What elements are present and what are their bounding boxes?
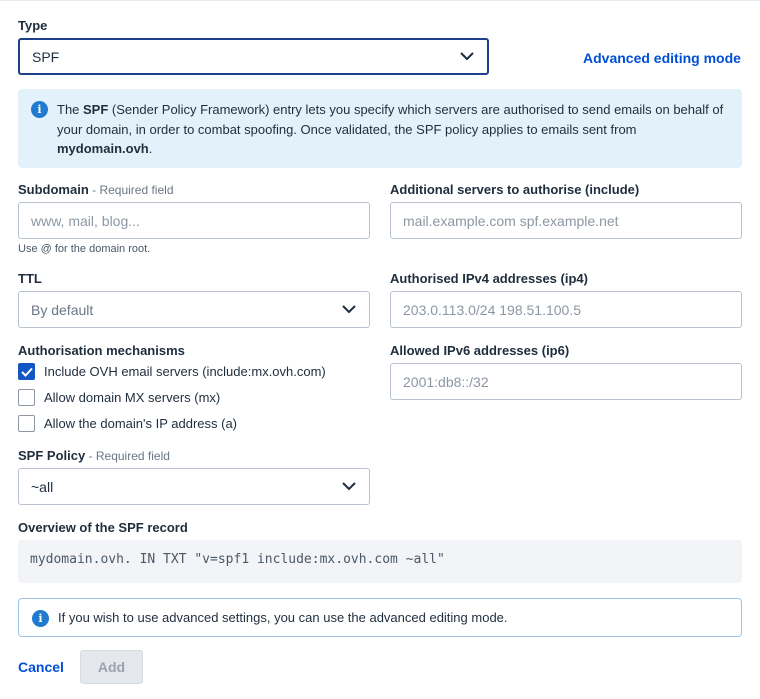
mechanism-include-ovh[interactable]: Include OVH email servers (include:mx.ov… [18,363,326,380]
ip6-input[interactable]: 2001:db8::/32 [390,363,742,400]
top-divider [0,0,760,1]
info-icon: i [31,101,48,118]
spf-policy-label: SPF Policy - Required field [18,448,170,463]
info-text: The SPF (Sender Policy Framework) entry … [57,102,724,156]
checkmark-icon [20,367,33,377]
required-hint: - Required field [85,449,170,463]
mechanism-label: Allow domain MX servers (mx) [44,390,221,405]
mechanism-a[interactable]: Allow the domain's IP address (a) [18,415,237,432]
checkbox[interactable] [18,415,35,432]
subdomain-input[interactable]: www, mail, blog... [18,202,370,239]
include-label: Additional servers to authorise (include… [390,182,640,197]
ttl-select-value: By default [31,301,94,318]
mechanisms-label: Authorisation mechanisms [18,343,185,358]
type-select-value: SPF [32,48,60,65]
checkbox[interactable] [18,389,35,406]
chevron-down-icon [459,49,475,65]
spf-policy-value: ~all [31,478,54,495]
subdomain-placeholder: www, mail, blog... [31,212,140,229]
ip6-placeholder: 2001:db8::/32 [403,373,489,390]
note-text: If you wish to use advanced settings, yo… [58,610,508,625]
include-placeholder: mail.example.com spf.example.net [403,212,619,229]
ttl-label: TTL [18,271,42,286]
type-select[interactable]: SPF [18,38,489,75]
advanced-editing-mode-link[interactable]: Advanced editing mode [583,50,741,66]
overview-label: Overview of the SPF record [18,520,188,535]
subdomain-label: Subdomain - Required field [18,182,174,197]
checkbox-checked[interactable] [18,363,35,380]
type-label: Type [18,18,48,33]
advanced-settings-note: i If you wish to use advanced settings, … [18,598,742,637]
info-icon: i [32,610,49,627]
mechanism-mx[interactable]: Allow domain MX servers (mx) [18,389,220,406]
chevron-down-icon [341,479,357,495]
mechanism-label: Allow the domain's IP address (a) [44,416,238,431]
chevron-down-icon [341,302,357,318]
info-box: i The SPF (Sender Policy Framework) entr… [18,89,742,168]
spf-policy-select[interactable]: ~all [18,468,370,505]
ip4-label: Authorised IPv4 addresses (ip4) [390,271,588,286]
ip4-placeholder: 203.0.113.0/24 198.51.100.5 [403,301,582,318]
include-input[interactable]: mail.example.com spf.example.net [390,202,742,239]
ip4-input[interactable]: 203.0.113.0/24 198.51.100.5 [390,291,742,328]
subdomain-hint: Use @ for the domain root. [18,243,151,255]
ip6-label: Allowed IPv6 addresses (ip6) [390,343,570,358]
cancel-button[interactable]: Cancel [18,659,64,675]
spf-record-preview: mydomain.ovh. IN TXT "v=spf1 include:mx.… [18,540,742,583]
ttl-select[interactable]: By default [18,291,370,328]
required-hint: - Required field [88,183,174,197]
mechanism-label: Include OVH email servers (include:mx.ov… [44,364,326,379]
add-button[interactable]: Add [80,650,143,684]
